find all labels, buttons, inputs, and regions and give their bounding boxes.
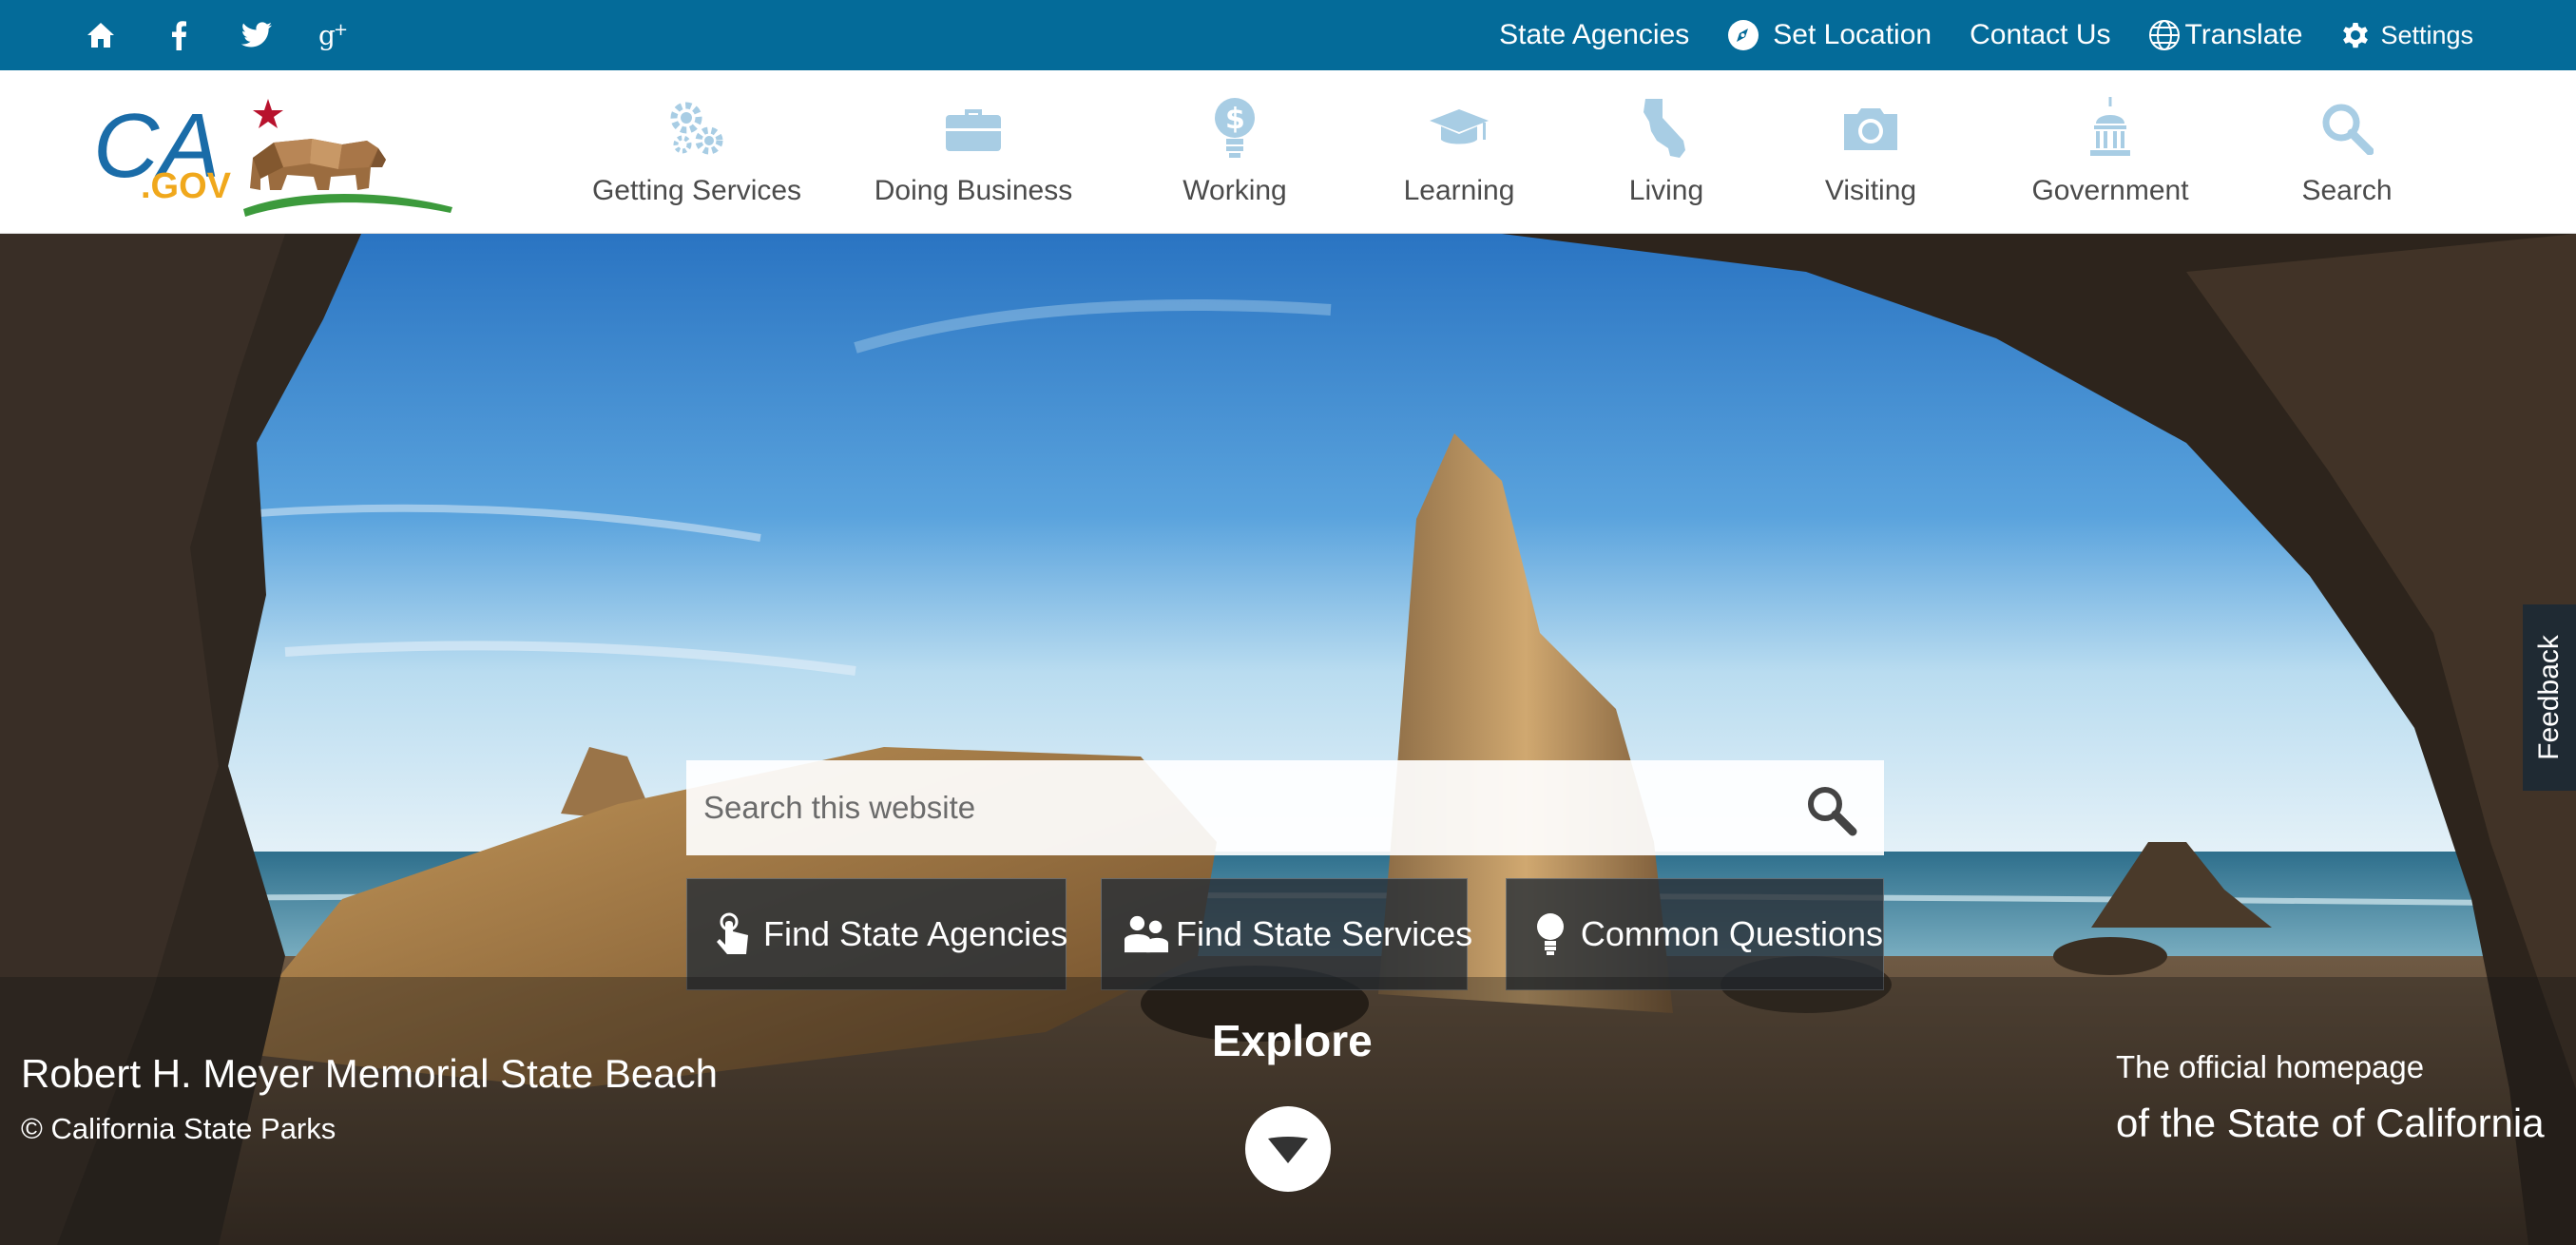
- settings-label: Settings: [2380, 20, 2473, 49]
- explore-heading: Explore: [1212, 1016, 1373, 1065]
- home-icon[interactable]: [82, 16, 120, 54]
- bear-icon: [250, 139, 386, 190]
- state-agencies-link[interactable]: State Agencies: [1499, 19, 1689, 51]
- feedback-label: Feedback: [2533, 635, 2565, 760]
- nav-label: Doing Business: [874, 175, 1073, 206]
- pointer-hand-icon: [714, 912, 752, 956]
- set-location-link[interactable]: Set Location: [1727, 19, 1932, 51]
- main-nav: Getting Services Doing Business $ Workin…: [570, 70, 2454, 234]
- lightbulb-icon: [1531, 912, 1569, 956]
- lightbulb-dollar-icon: $: [1201, 95, 1268, 162]
- gear-icon: [2343, 23, 2369, 48]
- find-state-services-label: Find State Services: [1176, 914, 1473, 953]
- chevron-down-icon: [1268, 1137, 1308, 1163]
- people-icon: [1125, 912, 1168, 956]
- common-questions-button[interactable]: Common Questions: [1506, 878, 1884, 990]
- california-map-icon: [1633, 95, 1700, 162]
- search-bar: [686, 760, 1884, 855]
- site-header: CA .GOV Getting Services Doing Business …: [0, 70, 2576, 234]
- grass-stripe: [243, 193, 452, 217]
- photo-caption-title: Robert H. Meyer Memorial State Beach: [21, 1051, 718, 1096]
- nav-label: Getting Services: [591, 175, 802, 206]
- nav-item-living[interactable]: Living: [1572, 70, 1760, 234]
- feedback-tab[interactable]: Feedback: [2523, 604, 2576, 791]
- twitter-icon[interactable]: [238, 16, 276, 54]
- set-location-label: Set Location: [1773, 19, 1932, 50]
- svg-text:$: $: [1225, 103, 1245, 136]
- gears-icon: [663, 95, 730, 162]
- translate-link[interactable]: Translate: [2148, 19, 2302, 51]
- camera-icon: [1837, 95, 1904, 162]
- search-input[interactable]: [686, 760, 1770, 855]
- search-icon[interactable]: [1804, 783, 1857, 836]
- nav-label: Visiting: [1824, 175, 1917, 206]
- briefcase-icon: [940, 95, 1007, 162]
- nav-label: Government: [2031, 175, 2189, 206]
- svg-text:+: +: [334, 20, 348, 40]
- nav-item-working[interactable]: $ Working: [1124, 70, 1346, 234]
- social-links: g +: [82, 0, 354, 70]
- nav-label: Learning: [1403, 175, 1515, 206]
- nav-item-doing-business[interactable]: Doing Business: [823, 70, 1124, 234]
- utility-bar: g + State Agencies Set Location Contact U…: [0, 0, 2576, 70]
- google-plus-icon[interactable]: g +: [316, 16, 354, 54]
- nav-item-learning[interactable]: Learning: [1346, 70, 1572, 234]
- nav-label: Living: [1628, 175, 1704, 206]
- official-homepage-line2: of the State of California: [2116, 1101, 2545, 1145]
- nav-item-getting-services[interactable]: Getting Services: [570, 70, 823, 234]
- star-icon: [253, 99, 283, 128]
- state-agencies-label: State Agencies: [1499, 19, 1690, 50]
- nav-item-government[interactable]: Government: [1981, 70, 2240, 234]
- photo-caption-credit: © California State Parks: [21, 1112, 336, 1145]
- translate-label: Translate: [2184, 19, 2303, 50]
- ca-gov-logo[interactable]: CA .GOV: [93, 84, 454, 226]
- nav-label: Working: [1182, 175, 1287, 206]
- logo-gov-text: .GOV: [141, 166, 232, 206]
- contact-us-label: Contact Us: [1970, 19, 2111, 50]
- contact-us-link[interactable]: Contact Us: [1970, 19, 2110, 51]
- find-state-agencies-label: Find State Agencies: [763, 914, 1068, 953]
- graduation-cap-icon: [1426, 95, 1492, 162]
- find-state-services-button[interactable]: Find State Services: [1101, 878, 1472, 990]
- search-icon: [2314, 95, 2380, 162]
- nav-item-visiting[interactable]: Visiting: [1760, 70, 1981, 234]
- globe-icon: [2149, 20, 2181, 50]
- location-icon: [1728, 20, 1759, 50]
- find-state-agencies-button[interactable]: Find State Agencies: [686, 878, 1067, 990]
- facebook-icon[interactable]: [160, 16, 198, 54]
- utility-links: State Agencies Set Location Contact Us T…: [1499, 0, 2473, 70]
- nav-label: Search: [2301, 175, 2393, 206]
- capitol-icon: [2077, 95, 2143, 162]
- nav-item-search[interactable]: Search: [2240, 70, 2454, 234]
- common-questions-label: Common Questions: [1580, 914, 1883, 953]
- official-homepage-line1: The official homepage: [2116, 1049, 2425, 1084]
- explore-button[interactable]: [1245, 1106, 1331, 1192]
- settings-link[interactable]: Settings: [2340, 20, 2473, 50]
